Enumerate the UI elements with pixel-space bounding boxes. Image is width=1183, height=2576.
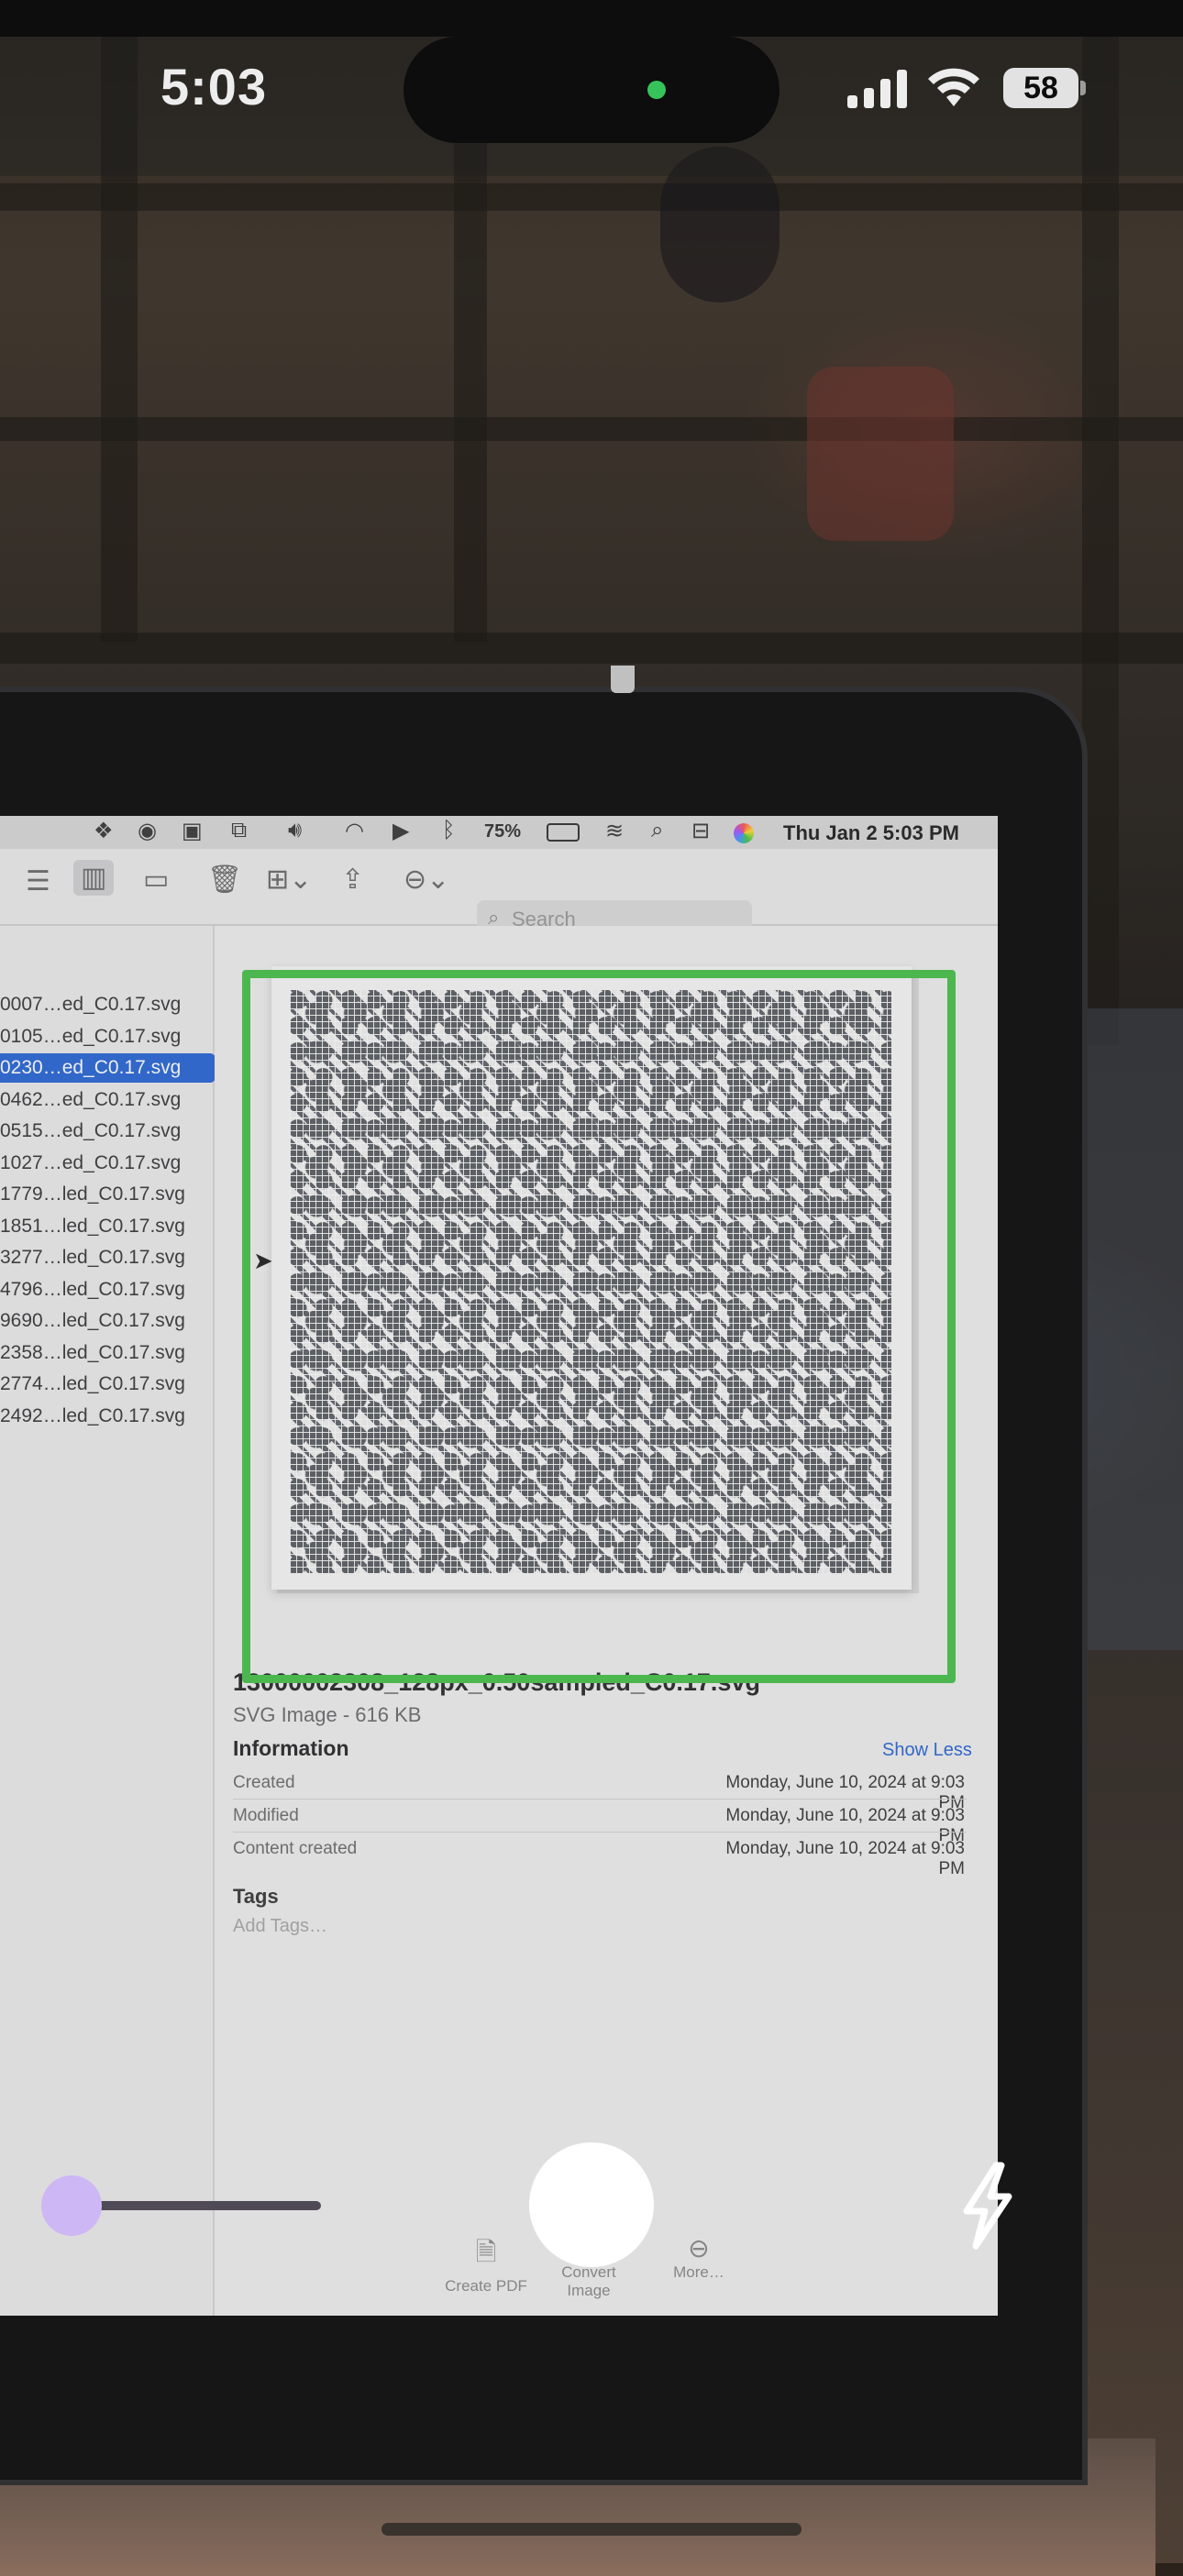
detection-frame: [242, 970, 956, 1683]
zoom-slider-track[interactable]: [72, 2201, 321, 2210]
flash-icon[interactable]: [954, 2162, 1020, 2250]
shutter-button[interactable]: [529, 2142, 654, 2267]
zoom-slider-thumb[interactable]: [41, 2175, 102, 2236]
home-indicator[interactable]: [381, 2523, 802, 2536]
